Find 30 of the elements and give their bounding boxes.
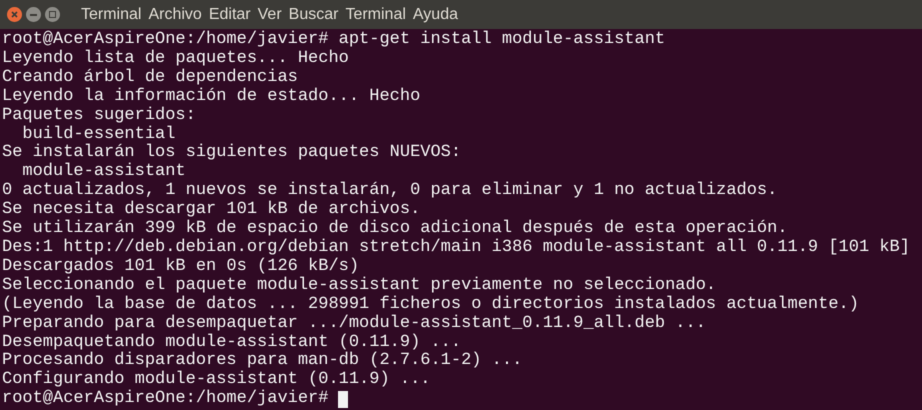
output-line: Se instalarán los siguientes paquetes NUEVOS: <box>2 144 462 162</box>
app-name: Terminal <box>81 4 142 24</box>
output-line: Leyendo lista de paquetes... Hecho <box>2 50 349 68</box>
menu-item[interactable]: Buscar <box>288 2 338 26</box>
output-line: (Leyendo la base de datos ... 298991 ficheros o directorios instalados actualmente.) <box>2 296 859 314</box>
output-line: root@AcerAspireOne:/home/javier# apt-get install module-assistant <box>2 31 666 50</box>
output-line: Preparando para desempaquetar .../module-assistant_0.11.9_all.deb ... <box>2 314 706 334</box>
output-line: module-assistant <box>21 163 186 182</box>
output-line: Descargados 101 kB en 0s (126 kB/s) <box>2 258 360 276</box>
menu-item[interactable]: Ayuda <box>412 2 458 26</box>
close-icon[interactable] <box>7 7 22 22</box>
menu-item[interactable]: Editar <box>208 2 251 26</box>
shell-prompt: root@AcerAspireOne:/home/javier# <box>2 390 328 410</box>
minimize-icon[interactable] <box>26 7 41 22</box>
output-line: Leyendo la información de estado... Hecho <box>2 88 420 106</box>
output-line: Procesando disparadores para man-db (2.7.6.1-2) ... <box>2 352 522 370</box>
output-line: Paquetes sugeridos: <box>2 106 196 126</box>
maximize-icon[interactable] <box>45 7 60 22</box>
output-line: Des:1 http://deb.debian.org/debian stretch/main i386 module-assistant all 0.11.9 [101 kB] <box>2 238 910 258</box>
output-line: build-essential <box>21 126 176 144</box>
output-line: Configurando module-assistant (0.11.9) ... <box>2 371 430 390</box>
menu-item[interactable]: Ver <box>258 2 282 26</box>
output-line: Creando árbol de dependencias <box>2 68 298 88</box>
output-line: Se utilizarán 399 kB de espacio de disco adicional después de esta operación. <box>2 220 788 238</box>
output-line: Se necesita descargar 101 kB de archivos. <box>2 201 420 220</box>
output-line: 0 actualizados, 1 nuevos se instalarán, 0 para eliminar y 1 no actualizados. <box>2 182 778 200</box>
menu-item[interactable]: Terminal <box>345 2 406 26</box>
output-line: Desempaquetando module-assistant (0.11.9) ... <box>2 334 462 352</box>
menu-item[interactable]: Archivo <box>148 2 202 26</box>
output-line: Seleccionando el paquete module-assistant previamente no seleccionado. <box>2 276 716 296</box>
